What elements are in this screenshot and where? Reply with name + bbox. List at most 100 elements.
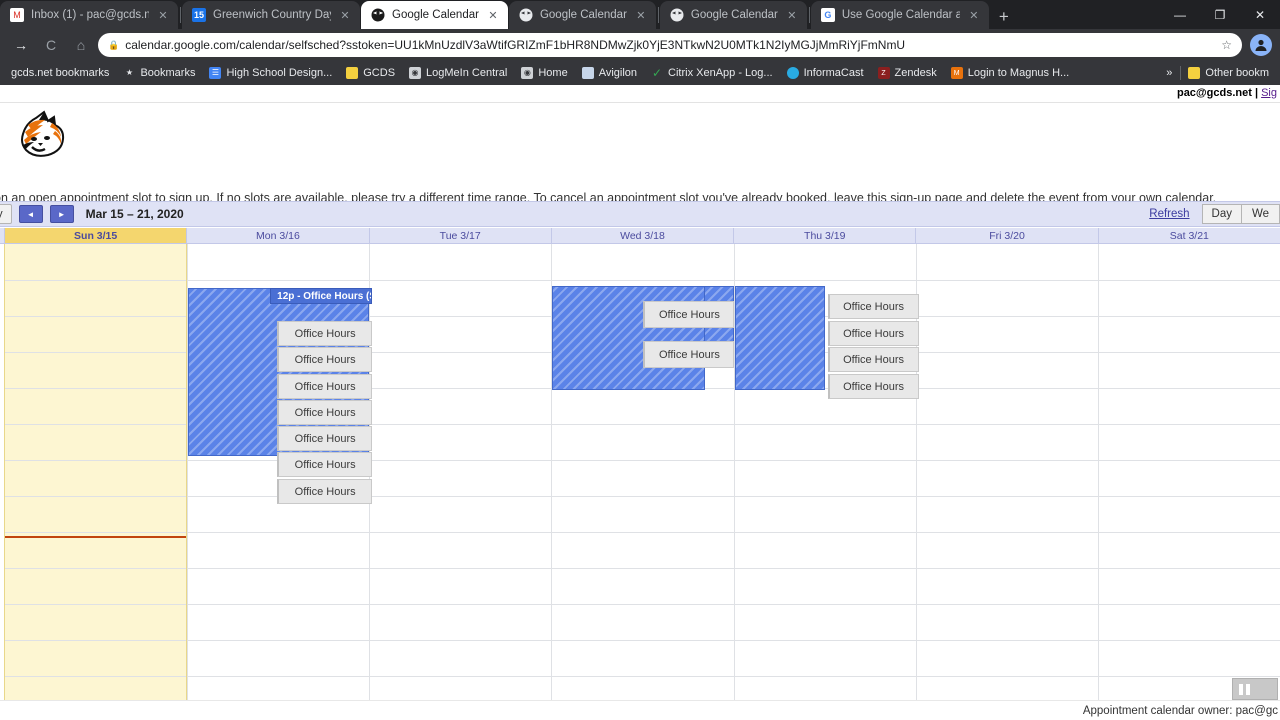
day-header-tue[interactable]: Tue 3/17 (368, 228, 551, 243)
bookmark-label: Zendesk (894, 67, 937, 79)
tab-title: Google Calendar (539, 9, 627, 21)
day-column-sun[interactable] (4, 244, 188, 720)
close-icon[interactable]: ✕ (634, 9, 648, 22)
view-day-button[interactable]: Day (1201, 204, 1242, 224)
tab-title: Inbox (1) - pac@gcds.net - G (31, 9, 149, 21)
bookmarks-overflow-button[interactable]: » (1158, 67, 1180, 79)
appointment-slot[interactable]: Office Hours (277, 400, 373, 425)
day-column-wed[interactable]: Office Hours Office Hours (551, 244, 735, 720)
close-icon[interactable]: ✕ (156, 9, 170, 22)
close-icon[interactable]: ✕ (785, 9, 799, 22)
forward-button[interactable]: → (8, 37, 34, 53)
today-button[interactable]: ay (0, 204, 12, 224)
browser-tab-greenwich[interactable]: 15 Greenwich Country Day Scho ✕ (182, 1, 360, 29)
bookmark-star-icon[interactable]: ☆ (1221, 38, 1232, 52)
window-controls: — ❐ ✕ (1160, 0, 1280, 29)
appointment-slot[interactable]: Office Hours (277, 321, 373, 346)
toolbar-right-group: Refresh Day We (1149, 204, 1280, 224)
bookmark-avigilon[interactable]: Avigilon (575, 67, 644, 79)
day-header-sat[interactable]: Sat 3/21 (1097, 228, 1280, 243)
bookmark-informacast[interactable]: InformaCast (780, 67, 871, 79)
day-column-sat[interactable] (1097, 244, 1280, 720)
omnibox-toolbar: → C ⌂ 🔒 calendar.google.com/calendar/sel… (0, 29, 1280, 61)
bookmark-label: Login to Magnus H... (967, 67, 1070, 79)
appointment-slot[interactable]: Office Hours (827, 321, 919, 346)
calendar-owner-text: Appointment calendar owner: pac@gc (1082, 705, 1278, 717)
tiger-head-logo (14, 109, 70, 159)
day-header-row: Sun 3/15 Mon 3/16 Tue 3/17 Wed 3/18 Thu … (0, 228, 1280, 244)
bookmarks-bar: gcds.net bookmarks ★ Bookmarks ☰ High Sc… (0, 61, 1280, 85)
home-button[interactable]: ⌂ (68, 37, 94, 53)
bookmark-gcds[interactable]: GCDS (339, 67, 402, 79)
day-column-mon[interactable]: Office Hours Office Hours Office Hours O… (187, 244, 373, 720)
profile-avatar[interactable] (1250, 34, 1272, 56)
calendar-15-icon: 15 (192, 8, 206, 22)
previous-week-button[interactable]: ◄ (18, 205, 43, 223)
tab-title: Google Calendar (392, 9, 479, 21)
maximize-button[interactable]: ❐ (1200, 8, 1240, 22)
browser-tab-google-calendar-3[interactable]: Google Calendar ✕ (659, 1, 807, 29)
browser-tab-inbox[interactable]: M Inbox (1) - pac@gcds.net - G ✕ (0, 1, 178, 29)
calendar-toolbar: ay ◄ ► Mar 15 – 21, 2020 Refresh Day We (0, 201, 1280, 227)
url-text: calendar.google.com/calendar/selfsched?s… (125, 38, 906, 52)
bookmark-citrix-xenapp[interactable]: ✓ Citrix XenApp - Log... (644, 67, 780, 79)
appointment-slot[interactable]: Office Hours (277, 347, 373, 372)
appointment-slot[interactable]: Office Hours (827, 347, 919, 372)
address-bar[interactable]: 🔒 calendar.google.com/calendar/selfsched… (98, 33, 1242, 57)
close-window-button[interactable]: ✕ (1240, 8, 1280, 22)
reload-button[interactable]: C (38, 37, 64, 53)
appointment-slot[interactable]: Office Hours (827, 374, 919, 399)
globe-icon: ◉ (409, 67, 422, 79)
lock-icon: 🔒 (108, 39, 120, 50)
appointment-slot[interactable]: Office Hours (643, 301, 735, 328)
bookmark-login-magnus[interactable]: M Login to Magnus H... (944, 67, 1077, 79)
day-header-mon[interactable]: Mon 3/16 (186, 228, 369, 243)
close-icon[interactable]: ✕ (486, 9, 500, 22)
pause-button[interactable] (1232, 678, 1278, 700)
sign-out-link[interactable]: Sig (1261, 87, 1277, 99)
day-column-thu[interactable]: Office Hours Office Hours Office Hours O… (733, 244, 919, 720)
bookmark-home[interactable]: ◉ Home (514, 67, 574, 79)
tab-title: Greenwich Country Day Scho (213, 9, 331, 21)
tab-divider (180, 6, 181, 23)
bookmark-other-bookmarks[interactable]: Other bookm (1181, 67, 1276, 79)
bookmark-label: Home (538, 67, 568, 79)
busy-block-thu (734, 286, 826, 390)
day-header-fri[interactable]: Fri 3/20 (915, 228, 1098, 243)
appointment-slot[interactable]: Office Hours (827, 294, 919, 319)
day-column-fri[interactable] (915, 244, 1098, 720)
view-week-button[interactable]: We (1242, 204, 1280, 224)
appointment-slot[interactable]: Office Hours (277, 479, 373, 504)
refresh-link[interactable]: Refresh (1149, 208, 1189, 220)
day-header-thu[interactable]: Thu 3/19 (733, 228, 916, 243)
bookmark-bookmarks[interactable]: ★ Bookmarks (116, 67, 202, 79)
bookmark-label: InformaCast (803, 67, 864, 79)
close-icon[interactable]: ✕ (967, 9, 981, 22)
bookmark-logmein-central[interactable]: ◉ LogMeIn Central (402, 67, 514, 79)
appointment-slot[interactable]: Office Hours (277, 426, 373, 451)
bookmark-high-school-design[interactable]: ☰ High School Design... (202, 67, 339, 79)
bookmark-label: gcds.net bookmarks (11, 67, 110, 79)
minimize-button[interactable]: — (1160, 8, 1200, 22)
day-column-tue[interactable] (369, 244, 552, 720)
new-tab-button[interactable]: + (990, 8, 1018, 25)
close-icon[interactable]: ✕ (338, 9, 352, 22)
check-icon: ✓ (652, 66, 663, 80)
google-g-icon: G (820, 8, 835, 22)
appointment-slot[interactable]: Office Hours (277, 374, 373, 399)
bookmark-label: Other bookm (1205, 67, 1269, 79)
browser-tab-google-calendar-2[interactable]: Google Calendar ✕ (508, 1, 656, 29)
next-week-button[interactable]: ► (49, 205, 74, 223)
day-header-wed[interactable]: Wed 3/18 (550, 228, 734, 243)
zendesk-icon: Z (877, 67, 890, 79)
calendar-grid-scroll[interactable]: Office Hours Office Hours Office Hours O… (0, 244, 1280, 720)
bookmark-gcds-net[interactable]: gcds.net bookmarks (4, 67, 116, 79)
footer-bar: Appointment calendar owner: pac@gc (0, 700, 1280, 720)
day-header-sun[interactable]: Sun 3/15 (4, 228, 187, 243)
window-icon (581, 67, 594, 79)
bookmark-zendesk[interactable]: Z Zendesk (871, 67, 944, 79)
appointment-slot[interactable]: Office Hours (643, 341, 735, 368)
appointment-slot[interactable]: Office Hours (277, 452, 373, 477)
browser-tab-use-google-calendar[interactable]: G Use Google Calendar appoin ✕ (810, 1, 989, 29)
browser-tab-google-calendar-active[interactable]: Google Calendar ✕ (361, 1, 508, 29)
